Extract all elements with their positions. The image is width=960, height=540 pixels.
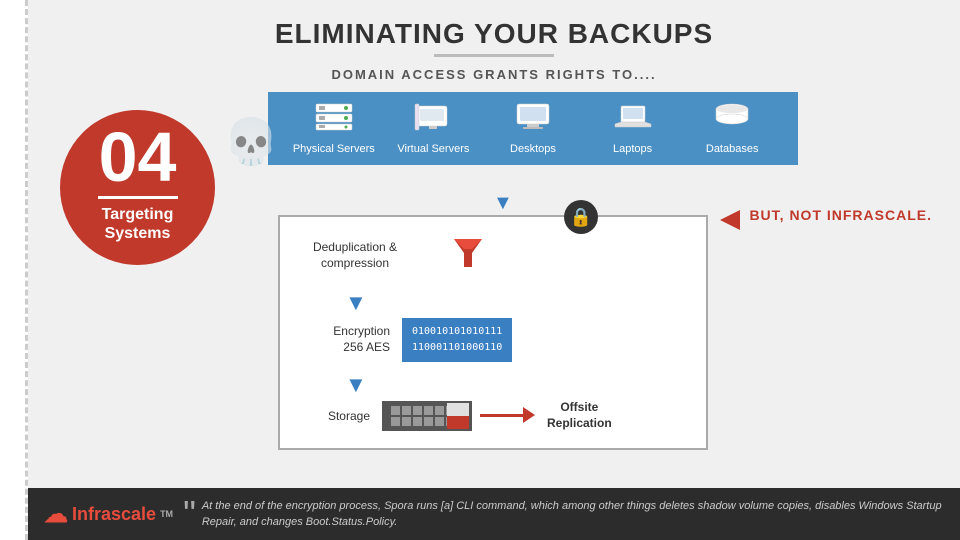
slide-number: 04 — [99, 122, 177, 192]
lock-circle: 🔒 — [564, 200, 598, 234]
desktops-icon — [513, 102, 553, 139]
laptops-icon — [613, 102, 653, 139]
down-arrow-1: ▼ — [345, 290, 696, 316]
but-not-arrow — [720, 210, 740, 230]
virtual-servers-icon — [413, 102, 453, 139]
storage-row: Storage — [290, 400, 696, 431]
infrascale-logo: ☁ Infrascale TM — [44, 500, 173, 529]
offsite-label: Offsite Replication — [547, 400, 612, 431]
physical-servers-icon — [314, 102, 354, 139]
storage-device — [382, 401, 472, 431]
main-content: ELIMINATING YOUR BACKUPS DOMAIN ACCESS G… — [28, 0, 960, 540]
dedup-row: Deduplication & compression — [290, 235, 696, 276]
down-arrow-2: ▼ — [345, 372, 696, 398]
lock-icon: 🔒 — [564, 200, 598, 234]
footer-bar: ☁ Infrascale TM " At the end of the encr… — [28, 488, 960, 540]
slide-number-divider — [98, 196, 178, 199]
quote-mark-icon: " — [183, 496, 196, 532]
domain-item-desktops: Desktops — [488, 102, 578, 155]
domain-access-box: Physical Servers Virtual Servers — [268, 92, 798, 165]
domain-item-laptops: Laptops — [588, 102, 678, 155]
slide-number-circle: 04 Targeting Systems — [60, 110, 215, 265]
logo-text: Infrascale — [72, 504, 156, 525]
slide-label: Targeting Systems — [102, 205, 174, 243]
domain-item-databases: Databases — [687, 102, 777, 155]
domain-item-virtual: Virtual Servers — [388, 102, 478, 155]
dedup-icon — [450, 235, 486, 276]
connector-down-arrow: ▼ — [493, 192, 513, 215]
desktops-label: Desktops — [510, 143, 556, 155]
but-not-infrascale-text: BUT, NOT INFRASCALE. — [749, 207, 932, 223]
physical-servers-label: Physical Servers — [293, 143, 375, 155]
dedup-label: Deduplication & compression — [290, 240, 420, 271]
title-underline — [434, 54, 554, 57]
skull-icon: 💀 — [223, 115, 279, 168]
cloud-icon: ☁ — [44, 500, 68, 529]
process-box: Deduplication & compression ▼ Encryption… — [278, 215, 708, 450]
left-strip — [0, 0, 28, 540]
databases-label: Databases — [706, 143, 759, 155]
page-title: ELIMINATING YOUR BACKUPS — [28, 0, 960, 50]
binary-box: 010010101010111 110001101000110 — [402, 318, 512, 362]
domain-item-physical: Physical Servers — [289, 102, 379, 155]
encrypt-row: Encryption 256 AES 010010101010111 11000… — [290, 318, 696, 362]
storage-label: Storage — [290, 409, 370, 423]
databases-icon — [712, 102, 752, 139]
footer-quote: At the end of the encryption process, Sp… — [202, 498, 944, 531]
encrypt-label: Encryption 256 AES — [290, 324, 390, 355]
virtual-servers-label: Virtual Servers — [397, 143, 469, 155]
laptops-label: Laptops — [613, 143, 652, 155]
subtitle: DOMAIN ACCESS GRANTS RIGHTS TO.... — [28, 67, 960, 82]
